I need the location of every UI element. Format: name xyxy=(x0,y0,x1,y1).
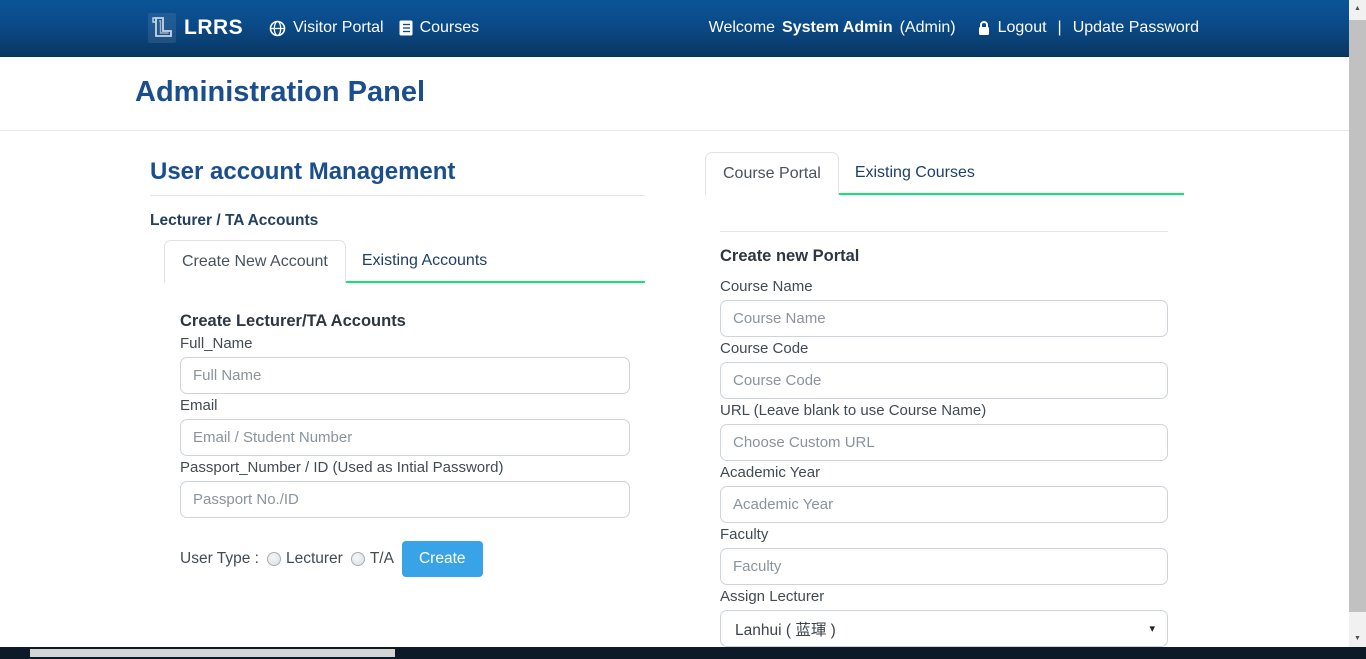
course-tabbar: Course Portal Existing Courses xyxy=(705,152,1184,195)
tab-existing-courses[interactable]: Existing Courses xyxy=(839,164,991,182)
nav-visitor-portal[interactable]: Visitor Portal xyxy=(269,19,383,37)
assign-lecturer-value: Lanhui ( 蓝琿 ) xyxy=(735,618,836,640)
horizontal-scrollbar[interactable] xyxy=(0,647,1366,659)
navbar-left: LRRS Visitor Portal xyxy=(148,13,479,43)
divider xyxy=(150,195,645,196)
create-account-form: Create Lecturer/TA Accounts Full_Name Em… xyxy=(180,311,630,577)
scroll-up-arrow-icon[interactable]: ▲ xyxy=(1349,0,1366,17)
faculty-field[interactable] xyxy=(720,548,1168,585)
scroll-down-arrow-icon[interactable]: ▼ xyxy=(1349,630,1366,647)
passport-field[interactable] xyxy=(180,481,630,518)
custom-url-field[interactable] xyxy=(720,424,1168,461)
course-code-field[interactable] xyxy=(720,362,1168,399)
chevron-down-icon: ▾ xyxy=(1149,622,1155,635)
course-code-label: Course Code xyxy=(720,338,1168,359)
brand-link[interactable]: LRRS xyxy=(148,13,243,43)
user-name: System Admin xyxy=(782,19,893,37)
email-group: Email xyxy=(180,395,630,456)
horizontal-scrollbar-thumb[interactable] xyxy=(30,649,395,657)
course-name-field[interactable] xyxy=(720,300,1168,337)
tab-create-new-account[interactable]: Create New Account xyxy=(164,240,346,283)
update-password-link[interactable]: Update Password xyxy=(1073,19,1199,37)
top-navbar: LRRS Visitor Portal xyxy=(0,0,1349,57)
nav-courses-label[interactable]: Courses xyxy=(420,19,480,37)
book-icon xyxy=(399,20,413,36)
faculty-group: Faculty xyxy=(720,524,1168,585)
academic-year-group: Academic Year xyxy=(720,462,1168,523)
assign-lecturer-group: Assign Lecturer Lanhui ( 蓝琿 ) ▾ xyxy=(720,586,1168,647)
tab-create-new-account-label: Create New Account xyxy=(182,253,328,271)
main-content: User account Management Lecturer / TA Ac… xyxy=(150,131,1184,659)
logout-link[interactable]: Logout xyxy=(998,19,1047,37)
header-band: Administration Panel xyxy=(0,57,1366,131)
user-type-row: User Type : Lecturer T/A Create xyxy=(180,541,630,577)
radio-lecturer[interactable] xyxy=(267,552,281,566)
create-button[interactable]: Create xyxy=(402,541,483,577)
full-name-field[interactable] xyxy=(180,357,630,394)
welcome-text: Welcome xyxy=(709,19,775,37)
assign-lecturer-select[interactable]: Lanhui ( 蓝琿 ) ▾ xyxy=(720,610,1168,647)
custom-url-label: URL (Leave blank to use Course Name) xyxy=(720,400,1168,421)
faculty-label: Faculty xyxy=(720,524,1168,545)
full-name-group: Full_Name xyxy=(180,333,630,394)
passport-label: Passport_Number / ID (Used as Intial Pas… xyxy=(180,457,630,478)
page-title: Administration Panel xyxy=(135,76,1366,109)
account-tabbar: Create New Account Existing Accounts xyxy=(164,240,645,283)
vertical-scrollbar-thumb[interactable] xyxy=(1349,20,1366,612)
tab-course-portal[interactable]: Course Portal xyxy=(705,152,839,195)
user-role: (Admin) xyxy=(900,19,956,37)
user-account-section: User account Management Lecturer / TA Ac… xyxy=(150,131,645,659)
passport-group: Passport_Number / ID (Used as Intial Pas… xyxy=(180,457,630,518)
navbar-right: Welcome System Admin (Admin) Logout | Up… xyxy=(709,19,1199,37)
create-account-form-heading: Create Lecturer/TA Accounts xyxy=(180,311,630,331)
nav-visitor-portal-label[interactable]: Visitor Portal xyxy=(293,19,383,37)
vertical-scrollbar[interactable]: ▲ ▼ xyxy=(1349,0,1366,647)
radio-ta[interactable] xyxy=(351,552,365,566)
lock-icon xyxy=(977,20,991,36)
nav-separator: | xyxy=(1058,19,1062,37)
course-tabbar-rest: Existing Courses xyxy=(839,152,1184,195)
account-tabbar-rest: Existing Accounts xyxy=(346,240,645,283)
custom-url-group: URL (Leave blank to use Course Name) xyxy=(720,400,1168,461)
brand-label[interactable]: LRRS xyxy=(184,16,243,40)
navbar-inner: LRRS Visitor Portal xyxy=(0,0,1349,56)
tab-course-portal-label: Course Portal xyxy=(723,165,821,183)
section-title: User account Management xyxy=(150,158,645,186)
radio-lecturer-label[interactable]: Lecturer xyxy=(286,550,343,568)
radio-ta-label[interactable]: T/A xyxy=(370,550,394,568)
course-name-label: Course Name xyxy=(720,276,1168,297)
lecturer-ta-subtitle: Lecturer / TA Accounts xyxy=(150,211,645,230)
email-label: Email xyxy=(180,395,630,416)
globe-icon xyxy=(269,20,286,37)
email-field[interactable] xyxy=(180,419,630,456)
admin-page: LRRS Visitor Portal xyxy=(0,0,1366,659)
tab-existing-accounts[interactable]: Existing Accounts xyxy=(346,252,503,270)
academic-year-label: Academic Year xyxy=(720,462,1168,483)
course-name-group: Course Name xyxy=(720,276,1168,337)
nav-courses[interactable]: Courses xyxy=(399,19,480,37)
create-portal-heading: Create new Portal xyxy=(720,246,1168,266)
assign-lecturer-label: Assign Lecturer xyxy=(720,586,1168,607)
course-code-group: Course Code xyxy=(720,338,1168,399)
full-name-label: Full_Name xyxy=(180,333,630,354)
create-portal-form: Create new Portal Course Name Course Cod… xyxy=(720,246,1168,659)
user-type-label: User Type : xyxy=(180,550,259,568)
course-portal-section: Course Portal Existing Courses Create ne… xyxy=(705,131,1184,659)
divider xyxy=(720,231,1168,232)
lrrs-logo-icon xyxy=(148,13,176,43)
academic-year-field[interactable] xyxy=(720,486,1168,523)
